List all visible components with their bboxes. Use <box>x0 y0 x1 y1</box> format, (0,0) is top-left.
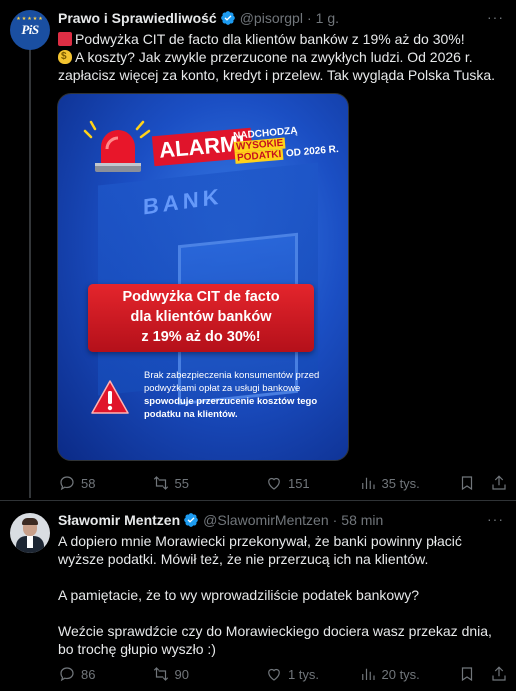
tweet-image[interactable]: BANK ALARM! NADCHODZĄ WYSOKIE PODATKI OD… <box>57 93 349 461</box>
author-name[interactable]: Sławomir Mentzen <box>58 512 180 528</box>
share-button[interactable] <box>490 474 508 492</box>
views-button[interactable]: 20 tys. <box>359 665 459 683</box>
author-handle[interactable]: @SlawomirMentzen <box>203 512 328 528</box>
warning-text: Brak zabezpieczenia konsumentów przed po… <box>144 370 320 420</box>
thread-line <box>29 48 31 498</box>
more-icon[interactable]: ··· <box>487 511 504 527</box>
tweet-actions: 58 55 151 35 tys. <box>58 474 508 492</box>
red-square-icon <box>58 32 72 46</box>
share-icon <box>492 475 506 490</box>
tweet-text: A dopiero mnie Morawiecki przekonywał, ż… <box>58 533 492 657</box>
reply-icon <box>60 476 74 491</box>
share-icon <box>492 666 506 681</box>
avatar-mentzen[interactable] <box>10 513 50 553</box>
more-icon[interactable]: ··· <box>487 9 504 25</box>
tweet-header: Prawo i Sprawiedliwość @pisorgpl · 1 g. <box>58 10 339 26</box>
headline-banner: Podwyżka CIT de facto dla klientów bankó… <box>88 284 314 352</box>
retweet-button[interactable]: 55 <box>152 474 265 492</box>
views-icon <box>361 477 375 489</box>
tweet-header: Sławomir Mentzen @SlawomirMentzen · 58 m… <box>58 512 384 528</box>
author-name[interactable]: Prawo i Sprawiedliwość <box>58 10 217 26</box>
reply-icon <box>60 667 74 682</box>
like-icon <box>268 477 280 490</box>
views-icon <box>361 668 375 680</box>
tweet-time[interactable]: 58 min <box>341 512 383 528</box>
verified-icon <box>184 513 198 527</box>
retweet-button[interactable]: 90 <box>152 665 265 683</box>
reply-button[interactable]: 86 <box>58 665 152 683</box>
share-button[interactable] <box>490 665 508 683</box>
avatar-pis[interactable]: ★★★★★ PiS <box>10 10 50 50</box>
bookmark-button[interactable] <box>458 665 476 683</box>
like-button[interactable]: 151 <box>265 474 359 492</box>
bookmark-button[interactable] <box>458 474 476 492</box>
tweet-text: Podwyżka CIT de facto dla klientów bankó… <box>58 30 503 84</box>
reply-button[interactable]: 58 <box>58 474 152 492</box>
bookmark-icon <box>461 667 473 682</box>
like-icon <box>268 668 280 681</box>
like-button[interactable]: 1 tys. <box>265 665 359 683</box>
retweet-icon <box>153 476 168 490</box>
views-button[interactable]: 35 tys. <box>359 474 459 492</box>
money-bag-icon <box>58 48 72 66</box>
bookmark-icon <box>461 476 473 491</box>
retweet-icon <box>153 667 168 681</box>
tweet-time[interactable]: 1 g. <box>316 10 339 26</box>
siren-icon <box>83 120 151 172</box>
verified-icon <box>220 11 235 25</box>
warning-icon <box>91 380 129 414</box>
author-handle[interactable]: @pisorgpl <box>240 10 303 26</box>
pis-logo-text: PiS <box>21 22 39 37</box>
tweet-actions: 86 90 1 tys. 20 tys. <box>58 665 508 683</box>
